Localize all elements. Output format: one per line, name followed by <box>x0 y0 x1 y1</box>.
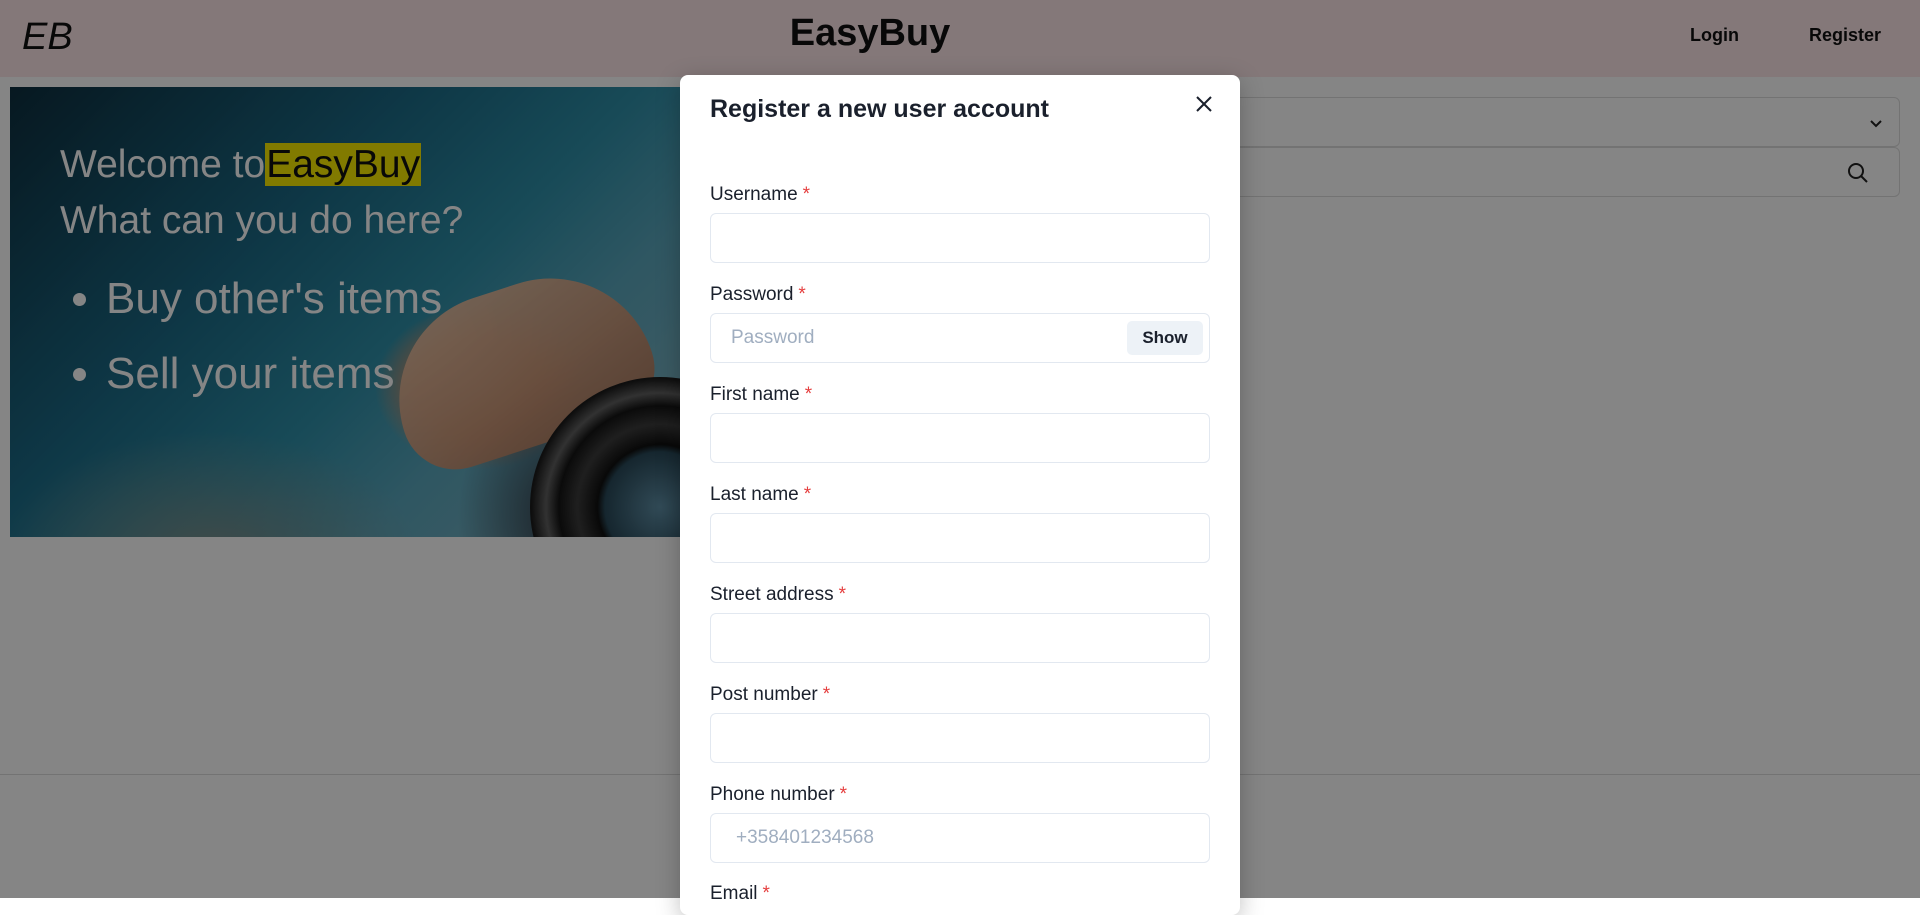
email-label: Email * <box>710 883 770 905</box>
phone-number-label: Phone number * <box>710 784 847 806</box>
phone-number-label-text: Phone number <box>710 784 835 805</box>
required-mark: * <box>803 484 812 505</box>
required-mark: * <box>802 184 811 205</box>
username-label: Username * <box>710 184 810 206</box>
first-name-input[interactable] <box>710 413 1210 463</box>
first-name-label: First name * <box>710 384 812 406</box>
password-label-text: Password <box>710 284 794 305</box>
required-mark: * <box>762 883 770 904</box>
last-name-label-text: Last name <box>710 484 799 505</box>
required-mark: * <box>839 784 848 805</box>
last-name-input[interactable] <box>710 513 1210 563</box>
street-address-input[interactable] <box>710 613 1210 663</box>
required-mark: * <box>838 584 846 605</box>
password-label: Password * <box>710 284 806 306</box>
close-button[interactable] <box>1190 92 1218 120</box>
street-address-label-text: Street address <box>710 584 834 605</box>
post-number-input[interactable] <box>710 713 1210 763</box>
username-input[interactable] <box>710 213 1210 263</box>
post-number-label-text: Post number <box>710 684 818 705</box>
last-name-label: Last name * <box>710 484 811 506</box>
username-label-text: Username <box>710 184 798 205</box>
post-number-label: Post number * <box>710 684 830 706</box>
street-address-label: Street address * <box>710 584 846 606</box>
show-password-button[interactable]: Show <box>1127 321 1203 355</box>
close-icon <box>1195 95 1213 118</box>
modal-title: Register a new user account <box>710 95 1050 123</box>
phone-number-input[interactable] <box>710 813 1210 863</box>
register-modal: Register a new user account Username * Pa… <box>680 75 1240 915</box>
email-label-text: Email <box>710 883 758 904</box>
required-mark: * <box>822 684 831 705</box>
required-mark: * <box>798 284 806 305</box>
required-mark: * <box>804 384 813 405</box>
first-name-label-text: First name <box>710 384 800 405</box>
